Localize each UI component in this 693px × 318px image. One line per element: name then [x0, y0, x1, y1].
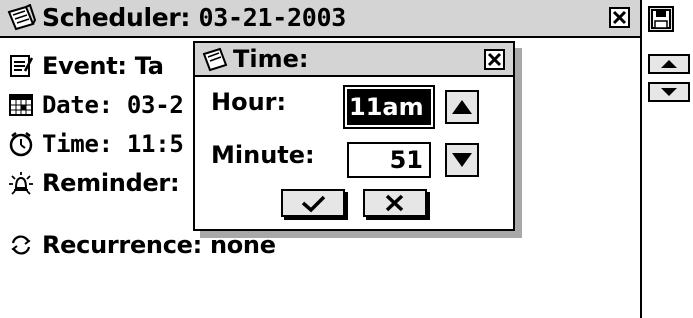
- entry-time[interactable]: Time: 11:5: [8, 127, 184, 161]
- entry-reminder-label: Reminder:: [42, 169, 180, 197]
- hour-label: Hour:: [211, 88, 287, 116]
- title-date: 03-21-2003: [198, 3, 347, 32]
- entry-event[interactable]: Event: Ta: [8, 49, 164, 83]
- entry-recurrence[interactable]: Recurrence: none: [8, 228, 276, 262]
- entry-date-label: Date: 03-2: [42, 91, 184, 119]
- dialog-title: Time:: [233, 45, 309, 73]
- time-dialog: Time: Hour: 11am Minute: 51: [193, 41, 515, 231]
- notepad-icon: [6, 4, 36, 32]
- entry-recurrence-label: Recurrence: none: [42, 231, 276, 259]
- dialog-close-button[interactable]: [484, 49, 505, 70]
- close-icon: [487, 52, 502, 67]
- window-close-button[interactable]: [609, 7, 630, 28]
- scroll-up-button[interactable]: [648, 54, 690, 74]
- notepad-icon: [201, 46, 229, 72]
- cancel-button[interactable]: [363, 189, 427, 217]
- window-titlebar: Scheduler: 03-21-2003: [0, 0, 640, 38]
- entry-event-label: Event: Ta: [42, 52, 164, 80]
- window-title: Scheduler: 03-21-2003: [42, 2, 346, 34]
- save-button[interactable]: [648, 6, 674, 32]
- entry-date[interactable]: Date: 03-2: [8, 88, 184, 122]
- calendar-icon: [8, 92, 34, 118]
- ok-button[interactable]: [281, 189, 345, 217]
- arrow-down-icon: [661, 88, 677, 96]
- checkmark-icon: [301, 195, 326, 213]
- minute-field[interactable]: 51: [347, 142, 431, 178]
- side-toolbar: [642, 0, 693, 318]
- notepad-icon: [8, 53, 34, 79]
- clock-icon: [8, 131, 34, 157]
- x-icon: [385, 194, 404, 212]
- minute-decrement-button[interactable]: [445, 143, 479, 177]
- entry-reminder[interactable]: Reminder:: [8, 166, 180, 200]
- recurrence-icon: [8, 232, 34, 258]
- dialog-titlebar: Time:: [195, 43, 513, 77]
- title-label: Scheduler:: [42, 3, 191, 32]
- alarm-icon: [8, 170, 34, 196]
- minute-label: Minute:: [211, 141, 315, 169]
- scheduler-screen: Scheduler: 03-21-2003 Event: Ta Date: 03…: [0, 0, 693, 318]
- scroll-down-button[interactable]: [648, 82, 690, 102]
- floppy-disk-icon: [651, 9, 671, 29]
- entry-time-label: Time: 11:5: [42, 130, 184, 158]
- arrow-up-icon: [661, 60, 677, 68]
- arrow-up-icon: [452, 100, 472, 114]
- hour-increment-button[interactable]: [445, 90, 479, 124]
- arrow-down-icon: [452, 153, 472, 167]
- close-icon: [612, 10, 627, 25]
- hour-field[interactable]: 11am: [343, 85, 435, 129]
